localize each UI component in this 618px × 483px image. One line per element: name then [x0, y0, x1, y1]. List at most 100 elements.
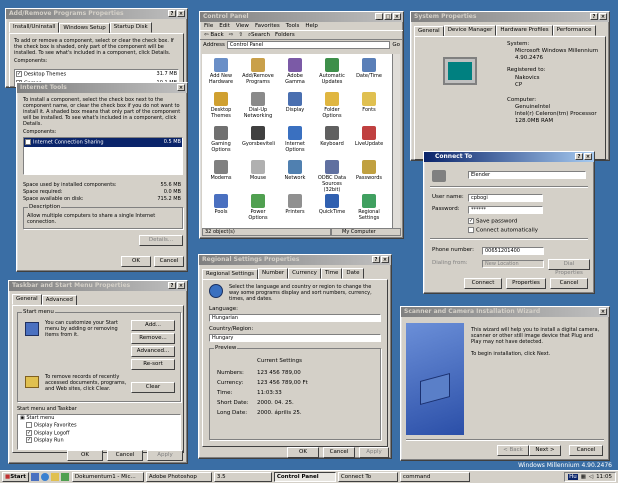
taskbar-item[interactable]: Adobe Photoshop [145, 472, 212, 482]
list-item[interactable]: ✓ Desktop Themes 31.7 MB [15, 70, 178, 79]
cp-icon-item[interactable]: Pools [205, 194, 237, 215]
cp-icon-item[interactable]: Automatic Updates [316, 58, 348, 85]
volume-icon[interactable]: ◁ [589, 474, 593, 480]
checkbox[interactable]: ✓ [468, 218, 474, 224]
maximize-button[interactable]: □ [384, 13, 392, 20]
cp-icon-item[interactable]: Add New Hardware [205, 58, 237, 85]
tab-device-manager[interactable]: Device Manager [443, 25, 497, 36]
menu-help[interactable]: Help [305, 23, 318, 29]
details-button[interactable]: Details... [139, 235, 183, 246]
language-indicator[interactable]: Hu [568, 474, 578, 480]
add-button[interactable]: Add... [131, 320, 175, 331]
list-item[interactable]: ▣ Start menu [20, 415, 180, 422]
system-titlebar[interactable]: System Properties ? × [411, 12, 609, 22]
folders-button[interactable]: Folders [275, 32, 295, 38]
back-button[interactable]: ⇦ Back [204, 32, 224, 38]
checkbox[interactable] [468, 227, 474, 233]
close-button[interactable]: × [177, 10, 185, 17]
cancel-button[interactable]: Cancel [107, 450, 143, 461]
taskbar-item[interactable]: Connect To [337, 472, 398, 482]
ok-button[interactable]: OK [121, 256, 151, 267]
up-button[interactable]: ⇧ [238, 32, 243, 38]
cancel-button[interactable]: Cancel [323, 447, 355, 458]
close-button[interactable]: × [393, 13, 401, 20]
dialing-from-select[interactable]: New Location [482, 260, 544, 268]
cp-icon-item[interactable]: Network [279, 160, 311, 181]
internet-tools-titlebar[interactable]: Internet Tools × [17, 83, 187, 93]
taskbar-item[interactable]: Dokumentum1 - Mic... [71, 472, 144, 482]
menu-favorites[interactable]: Favorites [255, 23, 280, 29]
list-item[interactable]: ✓ Display Logoff [20, 429, 180, 438]
search-button[interactable]: ⌕Search [248, 32, 270, 39]
clock[interactable]: 11:05 [596, 474, 612, 480]
language-select[interactable]: Hungarian [209, 314, 381, 322]
cp-icon-item[interactable]: Internet Options [279, 126, 311, 153]
ok-button[interactable]: OK [67, 450, 103, 461]
regional-titlebar[interactable]: Regional Settings Properties ? × [199, 255, 391, 265]
cp-icon-item[interactable]: Fonts [353, 92, 385, 113]
cp-icon-item[interactable]: Add/Remove Programs [242, 58, 274, 85]
properties-button[interactable]: Properties [506, 278, 546, 289]
tab-install[interactable]: Install/Uninstall [9, 22, 60, 33]
start-button[interactable]: ■Start [2, 472, 29, 482]
close-button[interactable]: × [584, 153, 592, 160]
checkbox[interactable]: ✓ [26, 437, 32, 443]
checkbox[interactable]: ✓ [16, 71, 22, 77]
cp-icon-item[interactable]: QuickTime [316, 194, 348, 215]
help-button[interactable]: ? [168, 10, 176, 17]
cp-icon-item[interactable]: Date/Time [353, 58, 385, 79]
cp-icon-item[interactable]: Keyboard [316, 126, 348, 147]
cp-icon-item[interactable]: Power Options [242, 194, 274, 221]
start-taskbar-list[interactable]: ▣ Start menu Display Favorites ✓ Display … [17, 414, 181, 450]
menu-edit[interactable]: Edit [219, 23, 230, 29]
media-icon[interactable] [60, 473, 69, 481]
dial-properties-button[interactable]: Dial Properties [548, 259, 590, 276]
cp-icon-item[interactable]: Adobe Gamma [279, 58, 311, 85]
tab-performance[interactable]: Performance [552, 25, 596, 36]
apply-button[interactable]: Apply [147, 450, 183, 461]
cp-icon-item[interactable]: Printers [279, 194, 311, 215]
menu-file[interactable]: File [204, 23, 213, 29]
connection-select[interactable]: Elender [468, 171, 586, 179]
list-item[interactable]: ✓ Internet Connection Sharing 0.5 MB [24, 138, 182, 147]
save-password-checkbox[interactable]: ✓ Save password [468, 218, 517, 226]
address-input[interactable]: Control Panel [226, 41, 391, 49]
connect-auto-checkbox[interactable]: Connect automatically [468, 227, 538, 235]
advanced-button[interactable]: Advanced... [131, 346, 175, 357]
country-select[interactable]: Hungary [209, 334, 381, 342]
list-item[interactable]: ✓ Display Run [20, 437, 180, 445]
menu-tools[interactable]: Tools [286, 23, 300, 29]
go-button[interactable]: Go [392, 42, 400, 48]
cp-icon-item[interactable]: Gaming Options [205, 126, 237, 153]
cp-icon-item[interactable]: Folder Options [316, 92, 348, 119]
cp-icon-item[interactable]: Passwords [353, 160, 385, 181]
password-input[interactable]: ****** [468, 206, 543, 214]
help-button[interactable]: ? [590, 13, 598, 20]
user-name-input[interactable]: cpbogi [468, 194, 543, 202]
control-panel-titlebar[interactable]: Control Panel _ □ × [200, 12, 403, 22]
help-button[interactable]: ? [575, 153, 583, 160]
tab-number[interactable]: Number [258, 268, 289, 279]
cancel-button[interactable]: Cancel [550, 278, 588, 289]
clear-button[interactable]: Clear [131, 382, 175, 393]
close-button[interactable]: × [381, 256, 389, 263]
tab-date[interactable]: Date [342, 268, 364, 279]
next-button[interactable]: Next > [529, 445, 561, 456]
ok-button[interactable]: OK [287, 447, 319, 458]
show-desktop-icon[interactable] [30, 473, 39, 481]
cp-icon-item[interactable]: Regional Settings [353, 194, 385, 221]
tab-time[interactable]: Time [320, 268, 343, 279]
scrollbar[interactable] [392, 54, 400, 228]
back-button[interactable]: < Back [497, 445, 529, 456]
taskbar-item[interactable]: Control Panel [273, 472, 336, 482]
forward-button[interactable]: ⇨ [229, 32, 234, 38]
close-button[interactable]: × [177, 84, 185, 91]
list-item[interactable]: Display Favorites [20, 422, 180, 430]
connect-button[interactable]: Connect [464, 278, 502, 289]
tab-startup-disk[interactable]: Startup Disk [109, 22, 152, 33]
close-button[interactable]: × [599, 308, 607, 315]
cp-icon-item[interactable]: Mouse [242, 160, 274, 181]
cp-icon-item[interactable]: Desktop Themes [205, 92, 237, 119]
cancel-button[interactable]: Cancel [569, 445, 603, 456]
taskbar-props-titlebar[interactable]: Taskbar and Start Menu Properties ? × [9, 281, 187, 291]
